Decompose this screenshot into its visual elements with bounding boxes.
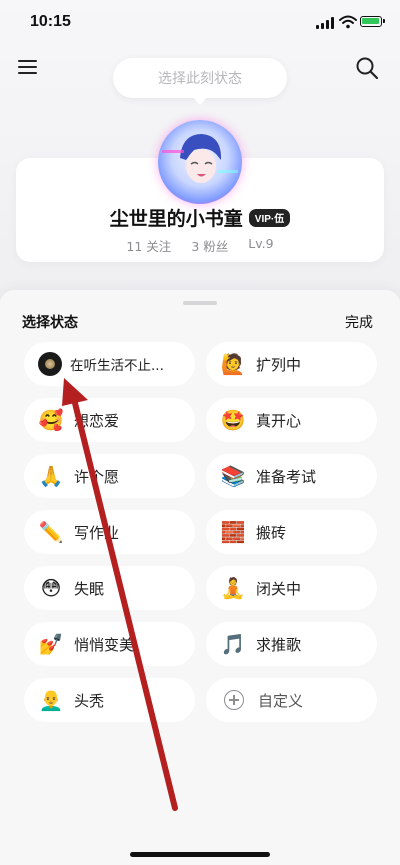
status-option-label: 准备考试 — [256, 467, 317, 486]
status-option-exam-prep[interactable]: 📚 准备考试 — [206, 454, 377, 498]
status-option-custom[interactable]: 自定义 — [206, 678, 377, 722]
menu-icon[interactable] — [18, 57, 40, 77]
bald-person-icon: 👨‍🦲 — [38, 688, 64, 712]
user-level: Lv.9 — [248, 236, 274, 251]
status-option-label: 求推歌 — [256, 635, 302, 654]
status-option-label: 许个愿 — [74, 467, 120, 486]
star-struck-icon: 🤩 — [220, 408, 246, 432]
status-picker-sheet: 选择状态 完成 在听生活不止... 🙋 扩列中 🥰 想恋爱 🤩 真开心 🙏 许个… — [0, 290, 400, 865]
brick-icon: 🧱 — [220, 520, 246, 544]
status-bar: 10:15 — [0, 0, 400, 48]
status-option-label: 自定义 — [258, 691, 304, 710]
status-option-making-friends[interactable]: 🙋 扩列中 — [206, 342, 377, 386]
vinyl-record-icon — [38, 352, 62, 376]
status-option-listening[interactable]: 在听生活不止... — [24, 342, 195, 386]
status-option-label: 闭关中 — [256, 579, 302, 598]
sheet-title: 选择状态 — [22, 315, 78, 331]
status-option-insomnia[interactable]: 😳 失眠 — [24, 566, 195, 610]
pencil-icon: ✏️ — [38, 520, 64, 544]
status-bubble-placeholder: 选择此刻状态 — [158, 71, 242, 87]
status-option-homework[interactable]: ✏️ 写作业 — [24, 510, 195, 554]
books-icon: 📚 — [220, 464, 246, 488]
cellular-signal-icon — [316, 17, 334, 29]
done-button[interactable]: 完成 — [345, 312, 373, 332]
status-option-label: 写作业 — [74, 523, 120, 542]
status-option-label: 想恋爱 — [74, 411, 120, 430]
person-meditating-icon: 🧘 — [220, 576, 246, 600]
status-option-label: 失眠 — [74, 579, 105, 598]
status-option-label: 扩列中 — [256, 355, 302, 374]
nail-polish-icon: 💅 — [38, 632, 64, 656]
wifi-icon — [339, 15, 357, 29]
status-option-grinding[interactable]: 🧱 搬砖 — [206, 510, 377, 554]
status-option-label: 搬砖 — [256, 523, 287, 542]
person-raising-hand-icon: 🙋 — [220, 352, 246, 376]
status-option-label: 真开心 — [256, 411, 302, 430]
sheet-drag-handle[interactable] — [183, 301, 217, 305]
status-option-glow-up[interactable]: 💅 悄悄变美 — [24, 622, 195, 666]
status-selector-bubble[interactable]: 选择此刻状态 — [113, 58, 287, 105]
folded-hands-icon: 🙏 — [38, 464, 64, 488]
username[interactable]: 尘世里的小书童 — [110, 204, 243, 231]
status-time: 10:15 — [30, 13, 71, 30]
profile-stats: 11 关注 3 粉丝 Lv.9 — [16, 236, 384, 255]
status-option-make-wish[interactable]: 🙏 许个愿 — [24, 454, 195, 498]
status-option-secluded[interactable]: 🧘 闭关中 — [206, 566, 377, 610]
status-option-label: 头秃 — [74, 691, 105, 710]
avatar[interactable] — [158, 120, 242, 204]
username-row: 尘世里的小书童 VIP·伍 — [16, 204, 384, 231]
vip-badge[interactable]: VIP·伍 — [248, 208, 291, 227]
status-option-happy[interactable]: 🤩 真开心 — [206, 398, 377, 442]
battery-charging-icon — [360, 16, 385, 27]
status-option-label: 悄悄变美 — [74, 635, 135, 654]
following-count[interactable]: 11 关注 — [126, 236, 171, 255]
plus-circle-icon — [224, 690, 244, 710]
home-indicator — [130, 852, 270, 857]
search-icon[interactable] — [355, 56, 379, 80]
status-option-bald[interactable]: 👨‍🦲 头秃 — [24, 678, 195, 722]
status-option-want-love[interactable]: 🥰 想恋爱 — [24, 398, 195, 442]
status-option-song-request[interactable]: 🎵 求推歌 — [206, 622, 377, 666]
followers-count[interactable]: 3 粉丝 — [191, 236, 228, 255]
musical-notes-icon: 🎵 — [220, 632, 246, 656]
flushed-face-icon: 😳 — [40, 576, 62, 600]
status-option-label: 在听生活不止... — [70, 358, 164, 374]
smiling-face-with-hearts-icon: 🥰 — [38, 408, 64, 432]
